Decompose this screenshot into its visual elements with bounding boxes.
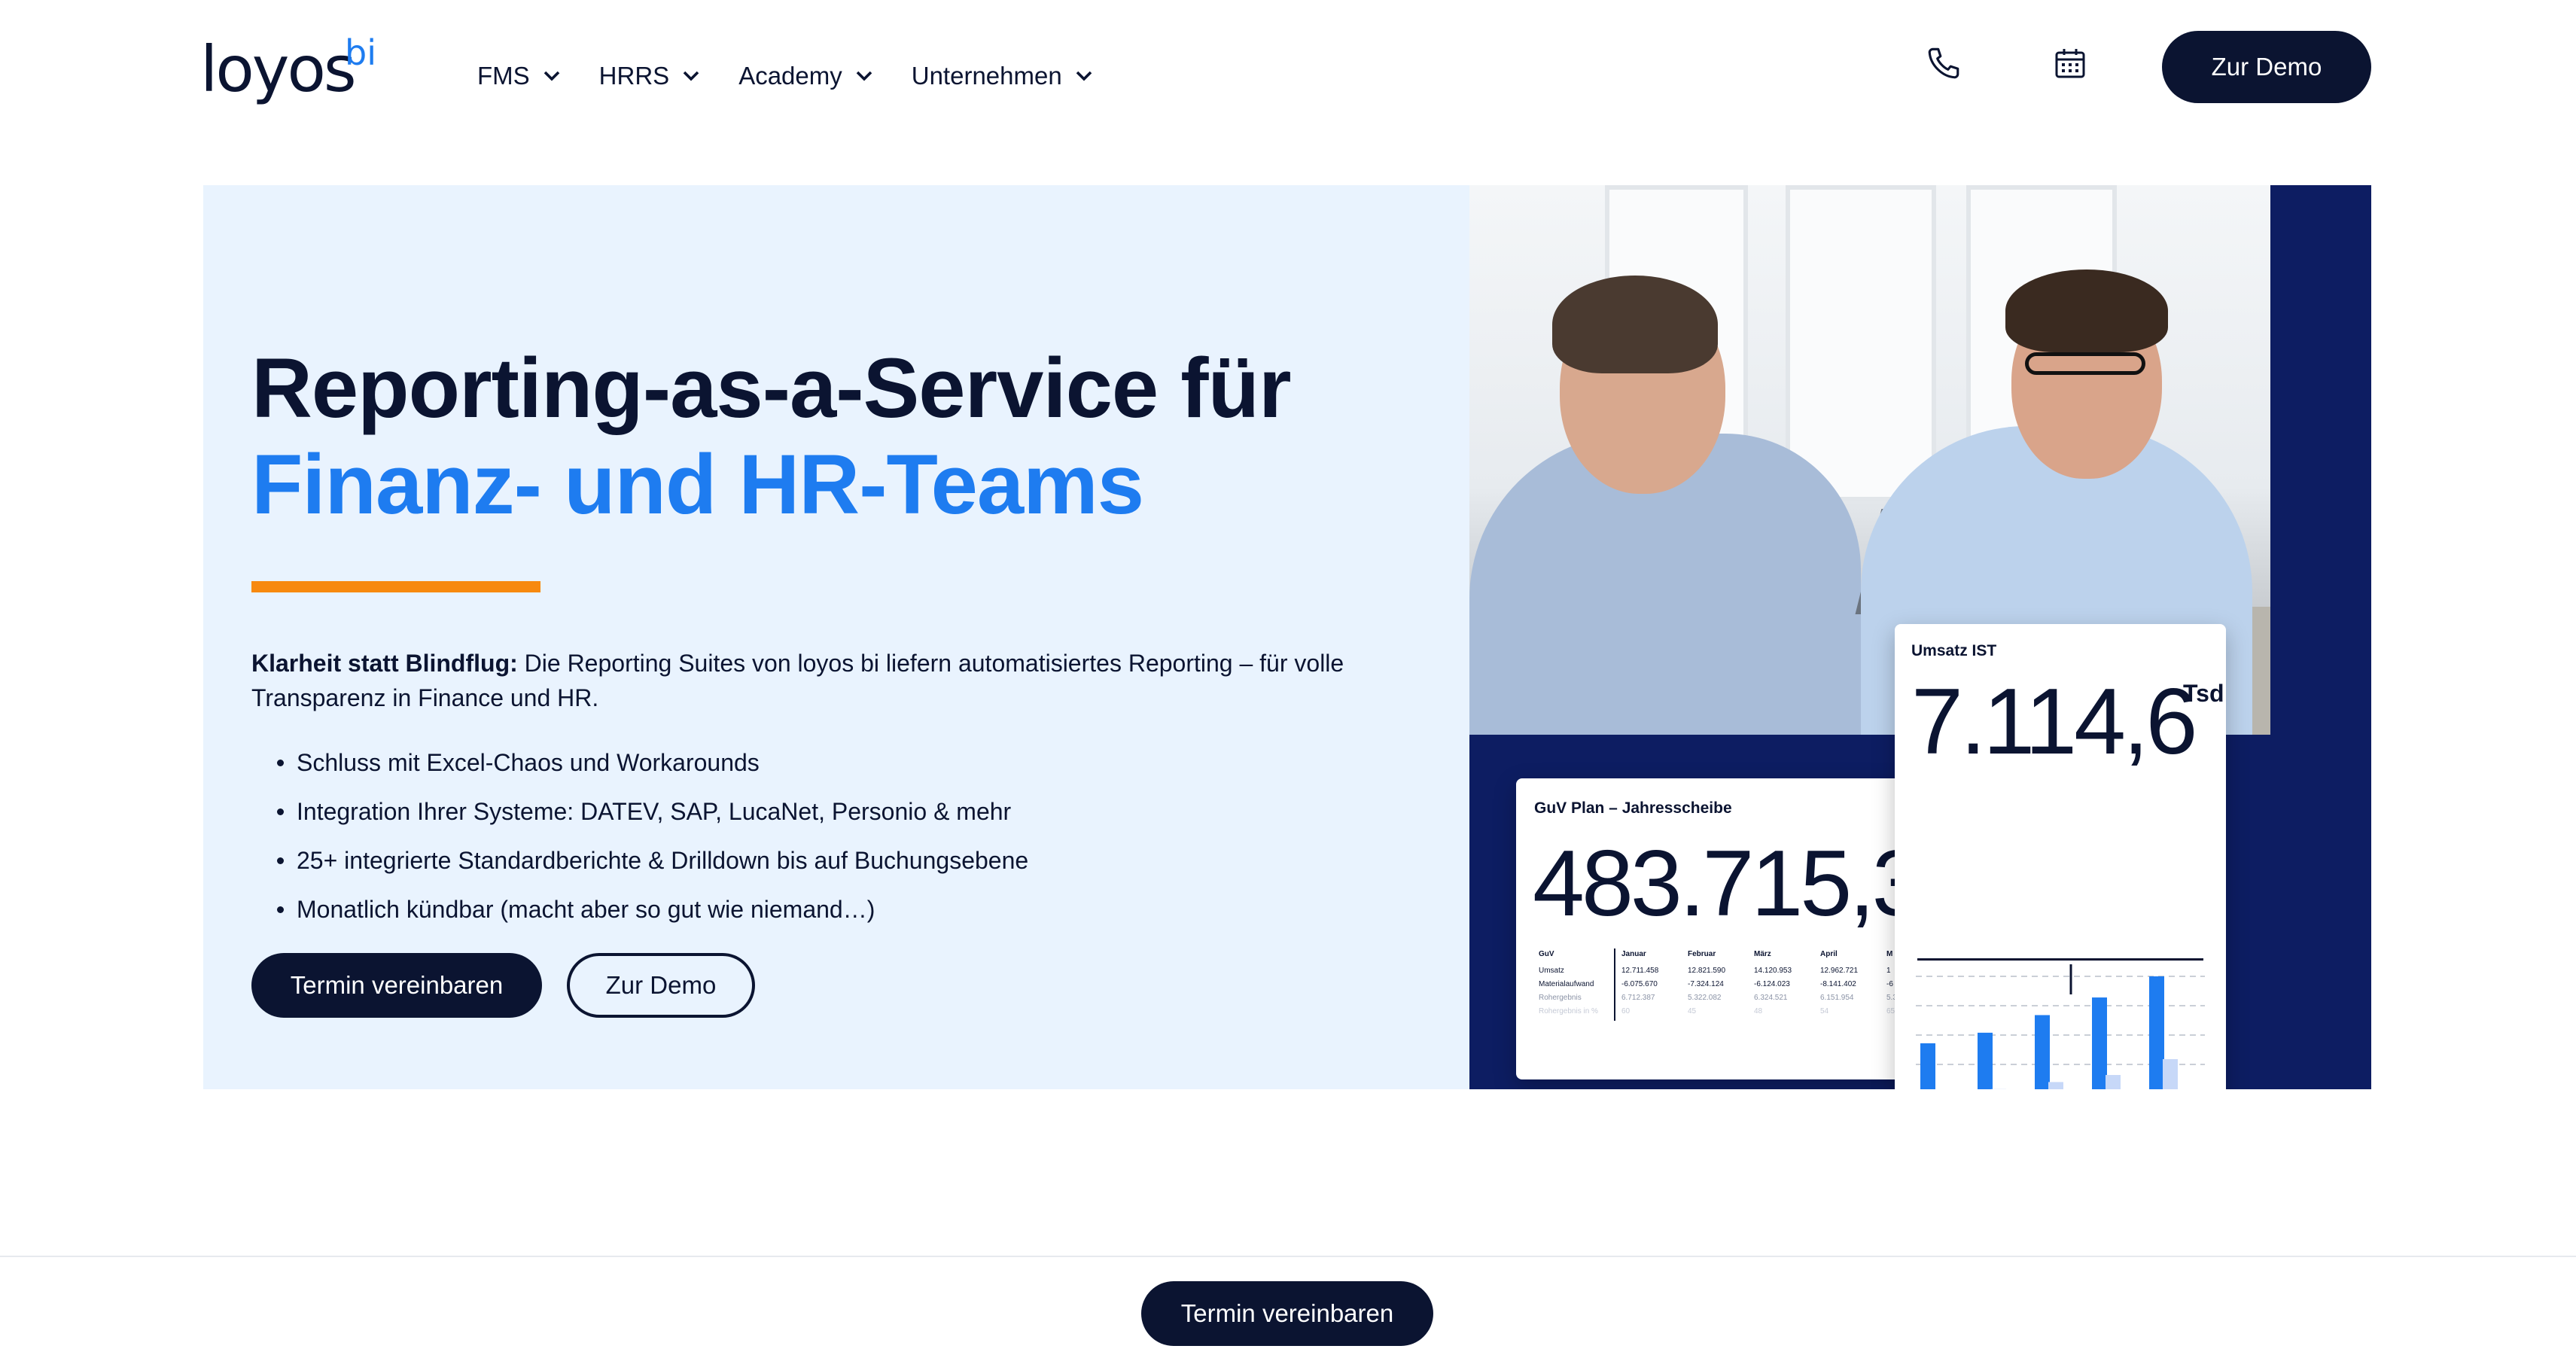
hero-appointment-button[interactable]: Termin vereinbaren xyxy=(251,953,542,1018)
hero-intro: Klarheit statt Blindflug: Die Reporting … xyxy=(251,646,1396,715)
feature-item: 25+ integrierte Standardberichte & Drill… xyxy=(251,843,1028,892)
hero-title: Reporting-as-a-Service für Finanz- und H… xyxy=(251,340,1426,533)
feature-item: Schluss mit Excel-Chaos und Workarounds xyxy=(251,745,1028,794)
phone-button[interactable] xyxy=(1921,41,1966,86)
nav-item-unternehmen[interactable]: Unternehmen xyxy=(912,53,1092,99)
chevron-down-icon xyxy=(856,71,872,81)
nav-item-academy[interactable]: Academy xyxy=(738,53,872,99)
accent-divider xyxy=(251,581,540,592)
chart-bar xyxy=(1920,1043,1935,1089)
chart-bar xyxy=(2106,1075,2121,1089)
feature-item: Integration Ihrer Systeme: DATEV, SAP, L… xyxy=(251,794,1028,843)
hero-title-line2: Finanz- und HR-Teams xyxy=(251,437,1426,533)
nav-item-fms[interactable]: FMS xyxy=(477,53,560,99)
nav-item-hrrs[interactable]: HRRS xyxy=(599,53,700,99)
feature-item: Monatlich kündbar (macht aber so gut wie… xyxy=(251,892,1028,941)
chevron-down-icon xyxy=(1076,71,1092,81)
calendar-icon xyxy=(2052,44,2088,82)
chart-bar xyxy=(2163,1059,2178,1089)
nav-item-label: Academy xyxy=(738,62,842,90)
umsatz-card-value: 7.114,6 xyxy=(1911,669,2195,775)
logo-superscript: bi xyxy=(345,32,376,74)
umsatz-card-unit: Tsd xyxy=(2183,680,2224,708)
intro-bold: Klarheit statt Blindflug: xyxy=(251,650,518,677)
chevron-down-icon xyxy=(683,71,699,81)
header-demo-button[interactable]: Zur Demo xyxy=(2162,31,2371,103)
nav-item-label: HRRS xyxy=(599,62,670,90)
feature-list: Schluss mit Excel-Chaos und Workarounds … xyxy=(251,745,1028,941)
hero-title-line1: Reporting-as-a-Service für xyxy=(251,340,1426,437)
chevron-down-icon xyxy=(544,71,560,81)
chart-bar xyxy=(2149,976,2164,1089)
hero-demo-button[interactable]: Zur Demo xyxy=(567,953,755,1018)
umsatz-card-label: Umsatz IST xyxy=(1911,642,1996,660)
guv-card-label: GuV Plan – Jahresscheibe xyxy=(1534,799,1732,818)
chart-bar xyxy=(2092,997,2107,1089)
logo-wordmark: loyos xyxy=(200,32,355,107)
chart-bar xyxy=(2035,1015,2050,1089)
nav-item-label: Unternehmen xyxy=(912,62,1062,90)
umsatz-bar-chart xyxy=(1910,964,2211,1089)
guv-card: GuV Plan – Jahresscheibe 483.715,30 GuV … xyxy=(1516,778,1960,1079)
sticky-appointment-button[interactable]: Termin vereinbaren xyxy=(1141,1281,1433,1346)
main-nav: FMS HRRS Academy Unternehmen xyxy=(477,53,1131,99)
chart-bar xyxy=(2048,1082,2063,1089)
phone-icon xyxy=(1925,44,1962,82)
chart-bar xyxy=(1978,1033,1993,1089)
hero-visual: GuV Plan – Jahresscheibe 483.715,30 GuV … xyxy=(1469,185,2371,1089)
nav-item-label: FMS xyxy=(477,62,530,90)
calendar-button[interactable] xyxy=(2048,41,2093,86)
umsatz-card: Umsatz IST 7.114,6 Tsd xyxy=(1895,624,2226,1089)
